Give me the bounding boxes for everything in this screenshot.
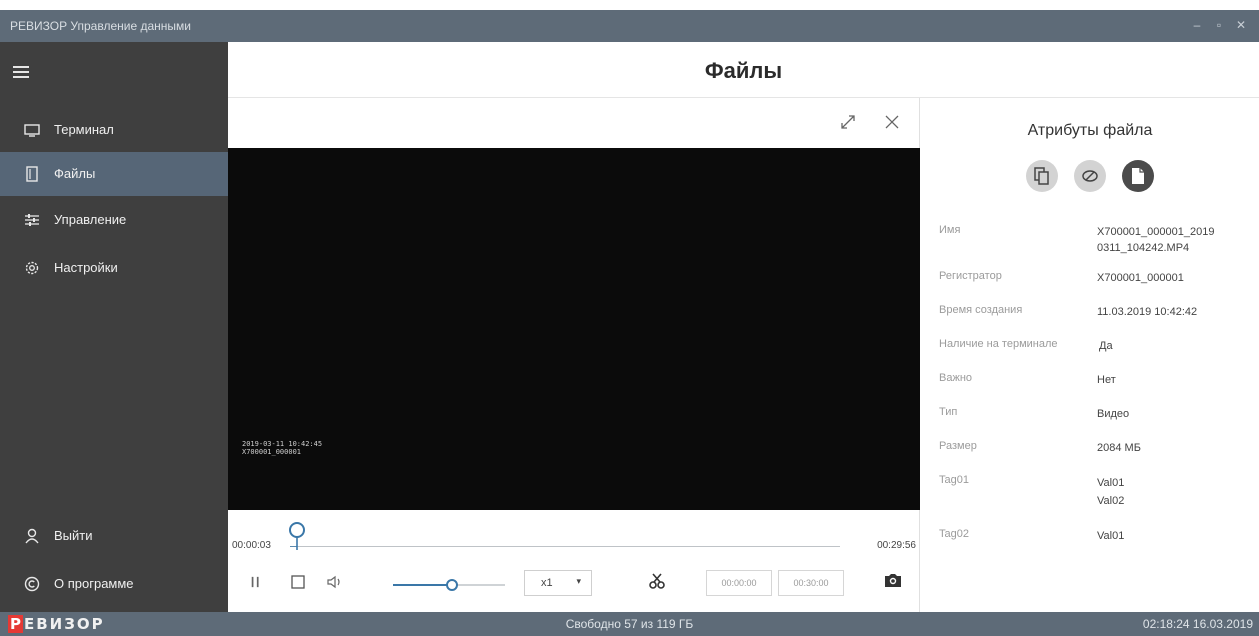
- attr-value: Нет: [1097, 374, 1116, 386]
- file-attributes-panel: Атрибуты файла Имя X700001_000001_2019 0…: [921, 98, 1259, 612]
- trim-end-field[interactable]: 00:30:00: [778, 570, 844, 596]
- volume-thumb[interactable]: [446, 579, 459, 591]
- sidebar-item-management[interactable]: Управление: [0, 198, 228, 242]
- monitor-icon: [24, 124, 40, 137]
- sidebar-item-label: О программе: [54, 576, 134, 591]
- document-icon[interactable]: [1122, 160, 1155, 192]
- hamburger-menu-icon[interactable]: [10, 60, 34, 84]
- watermark: [0, 0, 1259, 10]
- attr-key: Размер: [939, 440, 977, 452]
- page-header: Файлы: [228, 42, 1259, 98]
- page-title: Файлы: [704, 58, 783, 83]
- sidebar-item-label: Файлы: [54, 166, 96, 181]
- free-space: Свободно 57 из 119 ГБ: [565, 617, 694, 631]
- video-osd: 2019-03-11 10:42:45 X700001_000001: [242, 440, 322, 456]
- sidebar: Терминал Файлы Управление Настройки Выйт…: [0, 42, 228, 612]
- speed-value: x1: [541, 577, 553, 589]
- attr-key: Наличие на терминале: [939, 338, 1058, 350]
- attribute-actions: [921, 160, 1259, 192]
- attr-key: Важно: [939, 372, 973, 384]
- volume-icon[interactable]: [326, 574, 344, 593]
- attr-key: Имя: [939, 224, 961, 236]
- attr-value: Видео: [1097, 408, 1130, 420]
- attr-value: Val01 Val02: [1097, 477, 1125, 507]
- sidebar-item-label: Управление: [54, 212, 127, 227]
- eraser-icon[interactable]: [1074, 160, 1106, 192]
- timeline-track[interactable]: [289, 522, 840, 550]
- gear-icon: [25, 261, 39, 275]
- sidebar-item-logout[interactable]: Выйти: [0, 514, 228, 558]
- player-controls: x1 ▾ 00:00:00 00:30:00: [228, 560, 920, 610]
- sidebar-item-settings[interactable]: Настройки: [0, 246, 228, 290]
- sidebar-item-label: Выйти: [54, 528, 93, 543]
- window-title: РЕВИЗОР Управление данными: [10, 19, 191, 33]
- attr-value: Val01: [1097, 530, 1125, 542]
- copy-icon[interactable]: [1025, 160, 1058, 192]
- speed-select[interactable]: x1 ▾: [524, 570, 592, 596]
- volume-slider[interactable]: [393, 579, 505, 591]
- close-icon[interactable]: ✕: [1232, 16, 1250, 34]
- sidebar-item-terminal[interactable]: Терминал: [0, 108, 228, 152]
- close-player-icon[interactable]: [881, 112, 903, 134]
- osd-timestamp: 2019-03-11 10:42:45: [242, 440, 323, 448]
- attr-key: Время создания: [939, 304, 1023, 316]
- chevron-down-icon: ▾: [576, 576, 581, 586]
- user-icon: [25, 528, 39, 544]
- copyright-icon: [24, 576, 40, 592]
- volume-fill: [393, 584, 453, 586]
- minimize-icon[interactable]: –: [1188, 16, 1206, 34]
- attr-value: 2084 МБ: [1097, 442, 1141, 454]
- video-frame[interactable]: 2019-03-11 10:42:45 X700001_000001: [228, 148, 920, 510]
- timeline: 00:00:03 00:29:56: [228, 510, 920, 560]
- attributes-title: Атрибуты файла: [1027, 122, 1153, 139]
- maximize-icon[interactable]: ▫: [1210, 16, 1228, 34]
- attr-key: Тип: [939, 406, 958, 418]
- attr-value: X700001_000001_2019 0311_104242.MP4: [1097, 226, 1215, 254]
- attr-key: Tag02: [939, 528, 969, 540]
- time-total: 00:29:56: [877, 540, 916, 551]
- expand-icon[interactable]: [837, 112, 859, 134]
- time-current: 00:00:03: [232, 540, 271, 551]
- trim-start-field[interactable]: 00:00:00: [706, 570, 772, 596]
- window-titlebar: РЕВИЗОР Управление данными – ▫ ✕: [0, 10, 1259, 42]
- attr-key: Регистратор: [939, 270, 1002, 282]
- osd-recorder-id: X700001_000001: [242, 448, 302, 456]
- attr-value: 11.03.2019 10:42:42: [1097, 306, 1198, 318]
- status-clock: 02:18:24 16.03.2019: [1142, 617, 1253, 631]
- attr-value: X700001_000001: [1097, 272, 1184, 284]
- video-player: 2019-03-11 10:42:45 X700001_000001 00:00…: [228, 98, 920, 612]
- attr-value: Да: [1099, 340, 1113, 352]
- camera-icon[interactable]: [884, 572, 902, 591]
- player-toolbar: [819, 112, 903, 137]
- sidebar-item-files[interactable]: Файлы: [0, 152, 228, 196]
- stop-icon[interactable]: [290, 574, 306, 593]
- pause-icon[interactable]: [250, 574, 262, 593]
- status-bar: Р ЕВИЗОР Свободно 57 из 119 ГБ 02:18:24 1…: [0, 612, 1259, 636]
- sliders-icon: [25, 214, 39, 226]
- file-icon: [26, 166, 38, 182]
- sidebar-item-about[interactable]: О программе: [0, 562, 228, 606]
- scissors-icon[interactable]: [648, 572, 666, 593]
- sidebar-item-label: Терминал: [54, 122, 114, 137]
- timeline-thumb[interactable]: [287, 522, 307, 552]
- attr-key: Tag01: [939, 474, 969, 486]
- sidebar-item-label: Настройки: [54, 260, 118, 275]
